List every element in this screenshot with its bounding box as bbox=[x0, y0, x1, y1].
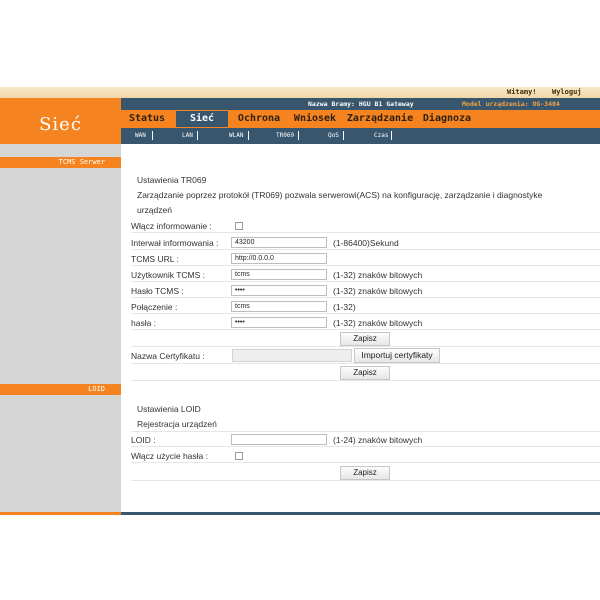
tcms-password-label: Hasło TCMS : bbox=[131, 286, 184, 296]
tab-diagnoza[interactable]: Diagnoza bbox=[418, 111, 476, 127]
save-certificate-button[interactable]: Zapisz bbox=[340, 366, 390, 380]
subtab-qos[interactable]: QoS bbox=[328, 132, 339, 139]
divider bbox=[248, 131, 249, 140]
logout-link[interactable]: Wyloguj bbox=[552, 88, 582, 96]
row-divider bbox=[131, 480, 600, 481]
row-divider bbox=[131, 346, 600, 347]
tab-zarzadzanie[interactable]: Zarządzanie bbox=[343, 111, 417, 127]
connection-user-input[interactable]: tcms bbox=[231, 301, 327, 312]
sidebar-section-label: LOID bbox=[88, 385, 105, 393]
loid-subheading: Rejestracja urządzeń bbox=[137, 419, 217, 429]
device-model: Model urządzenia: OG-3404 bbox=[462, 100, 560, 108]
enable-inform-checkbox[interactable] bbox=[235, 222, 243, 230]
row-divider bbox=[131, 446, 600, 447]
sidebar-section-label: TCMS Serwer bbox=[58, 158, 105, 166]
subtab-lan[interactable]: LAN bbox=[182, 132, 193, 139]
row-divider bbox=[131, 363, 600, 364]
divider bbox=[298, 131, 299, 140]
divider bbox=[343, 131, 344, 140]
connection-password-input[interactable]: •••• bbox=[231, 317, 327, 328]
tr069-description: Zarządzanie poprzez protokół (TR069) poz… bbox=[137, 190, 543, 200]
tcms-user-label: Użytkownik TCMS : bbox=[131, 270, 205, 280]
loid-hint: (1-24) znaków bitowych bbox=[333, 435, 423, 445]
loid-label: LOID : bbox=[131, 435, 156, 445]
subtab-czas[interactable]: Czas bbox=[374, 132, 388, 139]
inform-interval-label: Interwał informowania : bbox=[131, 238, 219, 248]
gateway-name: Nazwa Bramy: HGU B1 Gateway bbox=[308, 100, 414, 108]
connection-password-label: hasła : bbox=[131, 318, 157, 328]
save-loid-button[interactable]: Zapisz bbox=[340, 466, 390, 480]
row-divider bbox=[131, 297, 600, 298]
subtab-tr069[interactable]: TR069 bbox=[276, 132, 294, 139]
connection-password-hint: (1-32) znaków bitowych bbox=[333, 318, 423, 328]
row-divider bbox=[131, 380, 600, 381]
divider bbox=[391, 131, 392, 140]
row-divider bbox=[131, 265, 600, 266]
use-password-checkbox[interactable] bbox=[235, 452, 243, 460]
tab-status[interactable]: Status bbox=[121, 111, 173, 127]
tcms-url-input[interactable]: http://0.0.0.0 bbox=[231, 253, 327, 264]
sidebar-section-tcms: TCMS Serwer bbox=[0, 157, 121, 168]
subtab-wlan[interactable]: WLAN bbox=[229, 132, 243, 139]
connection-hint: (1-32) bbox=[333, 302, 356, 312]
enable-inform-label: Włącz informowanie : bbox=[131, 221, 212, 231]
subtab-wan[interactable]: WAN bbox=[135, 132, 146, 139]
footer-bar-accent bbox=[0, 512, 121, 515]
loid-heading: Ustawienia LOID bbox=[137, 404, 201, 414]
row-divider bbox=[131, 232, 600, 233]
loid-input[interactable] bbox=[231, 434, 327, 445]
info-bar: Nazwa Bramy: HGU B1 Gateway Model urządz… bbox=[121, 98, 600, 110]
tcms-url-label: TCMS URL : bbox=[131, 254, 179, 264]
row-divider bbox=[131, 313, 600, 314]
row-divider bbox=[131, 329, 600, 330]
row-divider bbox=[131, 431, 600, 432]
main-nav: Status Sieć Ochrona Wniosek Zarządzanie … bbox=[121, 110, 600, 128]
save-button[interactable]: Zapisz bbox=[340, 332, 390, 346]
tab-wniosek[interactable]: Wniosek bbox=[288, 111, 342, 127]
row-divider bbox=[131, 281, 600, 282]
tr069-heading: Ustawienia TR069 bbox=[137, 175, 207, 185]
connection-label: Połączenie : bbox=[131, 302, 178, 312]
sub-nav: WAN LAN WLAN TR069 QoS Czas bbox=[121, 128, 600, 144]
import-certificate-button[interactable]: Importuj certyfikaty bbox=[354, 348, 440, 363]
tcms-password-hint: (1-32) znaków bitowych bbox=[333, 286, 423, 296]
tab-ochrona[interactable]: Ochrona bbox=[231, 111, 287, 127]
certificate-name-field bbox=[232, 349, 352, 362]
tcms-user-hint: (1-32) znaków bitowych bbox=[333, 270, 423, 280]
certificate-name-label: Nazwa Certyfikatu : bbox=[131, 351, 205, 361]
tab-siec[interactable]: Sieć bbox=[176, 111, 228, 127]
tr069-description-cont: urządzeń bbox=[137, 205, 172, 215]
divider bbox=[197, 131, 198, 140]
use-password-label: Włącz użycie hasła : bbox=[131, 451, 208, 461]
row-divider bbox=[131, 462, 600, 463]
tcms-password-input[interactable]: •••• bbox=[231, 285, 327, 296]
welcome-text: Witamy! bbox=[507, 88, 537, 96]
page-title: Sieć bbox=[39, 114, 82, 135]
inform-interval-hint: (1-86400)Sekund bbox=[333, 238, 399, 248]
logo-area: Sieć bbox=[0, 98, 121, 144]
sidebar: TCMS Serwer LOID bbox=[0, 144, 121, 512]
sidebar-section-loid: LOID bbox=[0, 384, 121, 395]
tcms-user-input[interactable]: tcms bbox=[231, 269, 327, 280]
divider bbox=[152, 131, 153, 140]
row-divider bbox=[131, 249, 600, 250]
inform-interval-input[interactable]: 43200 bbox=[231, 237, 327, 248]
